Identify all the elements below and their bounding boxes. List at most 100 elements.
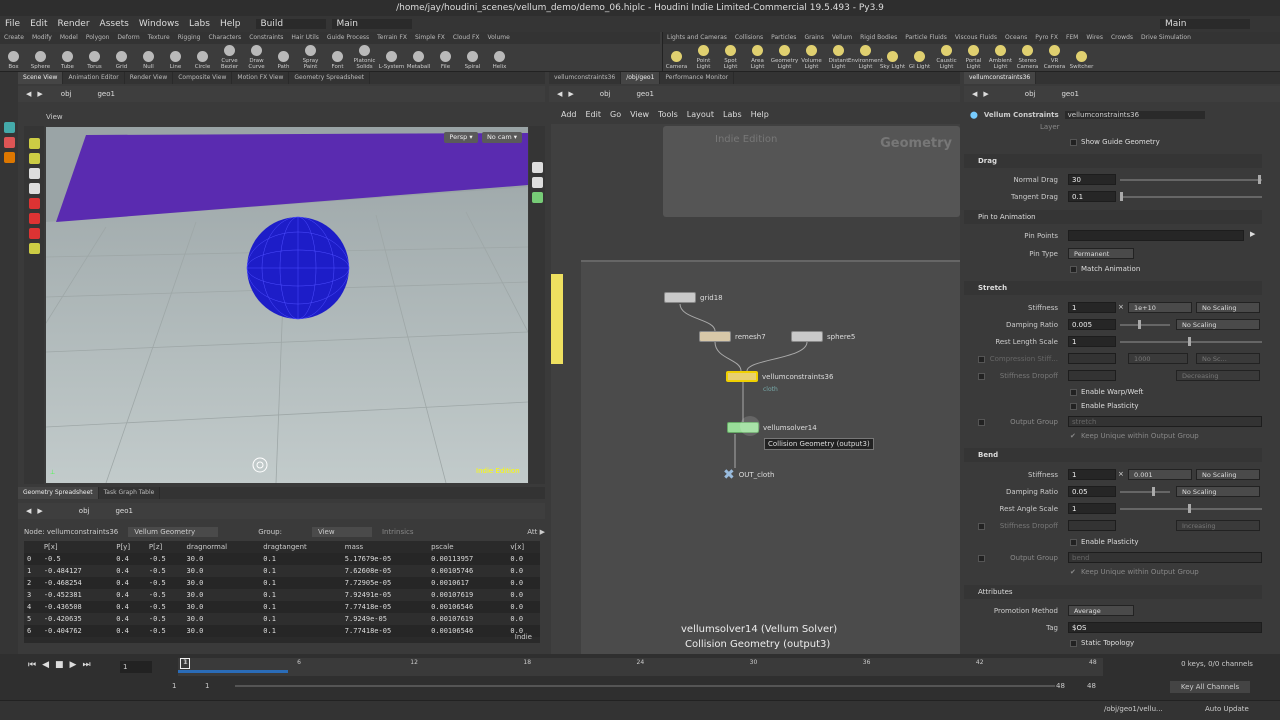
- table-row[interactable]: 0 -0.5 0.4 -0.5 30.0 0.1 5.17679e-05 0.00113957…: [24, 553, 540, 565]
- shelf-tab-3[interactable]: Polygon: [82, 32, 114, 44]
- shelf-tab-7[interactable]: Characters: [204, 32, 245, 44]
- section-stretch[interactable]: Stretch: [964, 281, 1262, 295]
- table-row[interactable]: 4 -0.436508 0.4 -0.5 30.0 0.1 7.77418e-05 0.001…: [24, 601, 540, 613]
- bend-dropoff-field[interactable]: [1068, 520, 1116, 531]
- node-grid[interactable]: grid18: [664, 292, 723, 303]
- menu-help[interactable]: Help: [215, 19, 246, 29]
- bottom-tab-1[interactable]: Task Graph Table: [99, 487, 161, 499]
- range-slider[interactable]: [235, 685, 1055, 687]
- rest-angle-field[interactable]: 1: [1068, 503, 1116, 514]
- network-editor[interactable]: Indie Edition Geometry grid18 remesh7 sp…: [551, 124, 960, 654]
- menu-edit[interactable]: Edit: [25, 19, 52, 29]
- shading-icon[interactable]: [531, 177, 543, 188]
- path-geo[interactable]: geo1: [97, 90, 115, 98]
- light-tool-7[interactable]: Environment Light: [848, 44, 883, 72]
- shelf-tab-12[interactable]: Simple FX: [411, 32, 449, 44]
- node-sphere[interactable]: sphere5: [791, 331, 855, 342]
- column-header[interactable]: P[y]: [113, 541, 146, 553]
- desktop-select[interactable]: Build: [255, 19, 326, 29]
- dropoff-direction-select[interactable]: Decreasing: [1176, 370, 1260, 381]
- jump-end-icon[interactable]: ⏭: [82, 660, 90, 670]
- shelf-tab-1[interactable]: Modify: [28, 32, 56, 44]
- shelf-tab-right-0[interactable]: Lights and Cameras: [663, 32, 731, 44]
- param-back-icon[interactable]: ◀: [972, 90, 977, 98]
- ghost-icon[interactable]: [531, 192, 543, 203]
- start-frame[interactable]: 1: [172, 682, 176, 690]
- match-animation-checkbox[interactable]: [1070, 266, 1077, 273]
- bend-multiplier-select[interactable]: 0.001: [1128, 469, 1192, 480]
- table-row[interactable]: 2 -0.468254 0.4 -0.5 30.0 0.1 7.72905e-05 0.001…: [24, 577, 540, 589]
- magnet-icon[interactable]: [28, 198, 40, 209]
- left-tab-1[interactable]: Animation Editor: [63, 72, 125, 84]
- mid-tab-0[interactable]: vellumconstraints36: [549, 72, 622, 84]
- auto-update-button[interactable]: Auto Update: [1205, 705, 1265, 713]
- normal-drag-knob[interactable]: [1258, 175, 1261, 184]
- compression-scaling-select[interactable]: No Sc...: [1196, 353, 1260, 364]
- menu-render[interactable]: Render: [53, 19, 95, 29]
- scene-viewport[interactable]: Persp ▾ No cam ▾ Indie Edition ⊥: [46, 127, 528, 483]
- column-header[interactable]: dragtangent: [260, 541, 342, 553]
- table-row[interactable]: 1 -0.484127 0.4 -0.5 30.0 0.1 7.62608e-05 0.001…: [24, 565, 540, 577]
- pose-tool-icon[interactable]: [28, 168, 40, 179]
- rest-length-slider[interactable]: [1120, 341, 1262, 343]
- shelf-tab-right-11[interactable]: Wires: [1082, 32, 1107, 44]
- light-tool-3[interactable]: Area Light: [744, 44, 771, 72]
- net-forward-icon[interactable]: ▶: [568, 90, 573, 98]
- shelf-tool-8[interactable]: Curve Bezier: [216, 44, 243, 72]
- bend-damping-knob[interactable]: [1152, 487, 1155, 496]
- houdini-icon[interactable]: [3, 152, 15, 163]
- range-start-frame[interactable]: 1: [205, 682, 209, 690]
- bend-damping-field[interactable]: 0.05: [1068, 486, 1116, 497]
- shelf-tab-right-13[interactable]: Drive Simulation: [1137, 32, 1195, 44]
- light-tool-14[interactable]: VR Camera: [1041, 44, 1068, 72]
- tangent-drag-slider[interactable]: [1120, 196, 1262, 198]
- light-tool-12[interactable]: Ambient Light: [987, 44, 1014, 72]
- shelf-tool-7[interactable]: Circle: [189, 44, 216, 72]
- shelf-tool-1[interactable]: Sphere: [27, 44, 54, 72]
- shelf-tab-right-3[interactable]: Grains: [800, 32, 827, 44]
- shelf-tool-17[interactable]: Spiral: [459, 44, 486, 72]
- net-menu-6[interactable]: Labs: [723, 110, 742, 119]
- bend-stiffness-field[interactable]: 1: [1068, 469, 1116, 480]
- stop-icon[interactable]: ■: [55, 660, 64, 670]
- stretch-multiplier-select[interactable]: 1e+10: [1128, 302, 1192, 313]
- shelf-tab-0[interactable]: Create: [0, 32, 28, 44]
- net-menu-7[interactable]: Help: [751, 110, 769, 119]
- normal-drag-field[interactable]: 30: [1068, 174, 1116, 185]
- keep-unique-check-icon[interactable]: ✔: [1070, 432, 1076, 440]
- main-desktop-select[interactable]: Main: [331, 19, 412, 29]
- bottom-tab-0[interactable]: Geometry Spreadsheet: [18, 487, 99, 499]
- bend-damping-scaling-select[interactable]: No Scaling: [1176, 486, 1260, 497]
- table-row[interactable]: 5 -0.420635 0.4 -0.5 30.0 0.1 7.9249e-05 0.0010…: [24, 613, 540, 625]
- normal-drag-slider[interactable]: [1120, 179, 1262, 181]
- shelf-tool-4[interactable]: Grid: [108, 44, 135, 72]
- shelf-tool-12[interactable]: Font: [324, 44, 351, 72]
- section-drag[interactable]: Drag: [964, 154, 1262, 168]
- shelf-tool-6[interactable]: Line: [162, 44, 189, 72]
- shelf-tab-right-8[interactable]: Oceans: [1001, 32, 1031, 44]
- net-back-icon[interactable]: ◀: [557, 90, 562, 98]
- sheet-back-icon[interactable]: ◀: [26, 507, 31, 515]
- net-menu-0[interactable]: Add: [561, 110, 577, 119]
- light-tool-9[interactable]: GI Light: [906, 44, 933, 72]
- left-tab-5[interactable]: Geometry Spreadsheet: [289, 72, 370, 84]
- stretch-damping-slider[interactable]: [1120, 324, 1170, 326]
- shelf-tab-right-4[interactable]: Vellum: [828, 32, 856, 44]
- back-icon[interactable]: ◀: [26, 90, 31, 98]
- param-path-geo[interactable]: geo1: [1061, 90, 1079, 98]
- table-row[interactable]: 6 -0.404762 0.4 -0.5 30.0 0.1 7.77418e-05 0.001…: [24, 625, 540, 637]
- light-tool-10[interactable]: Caustic Light: [933, 44, 960, 72]
- shelf-tab-5[interactable]: Texture: [144, 32, 174, 44]
- node-vellumconstraints[interactable]: vellumconstraints36: [726, 371, 833, 382]
- light-tool-11[interactable]: Portal Light: [960, 44, 987, 72]
- shelf-tool-9[interactable]: Draw Curve: [243, 44, 270, 72]
- sheet-path-geo[interactable]: geo1: [115, 507, 133, 515]
- stretch-scaling-select[interactable]: No Scaling: [1196, 302, 1260, 313]
- promotion-select[interactable]: Average: [1068, 605, 1134, 616]
- shelf-tool-3[interactable]: Torus: [81, 44, 108, 72]
- right-tab-0[interactable]: vellumconstraints36: [964, 72, 1037, 84]
- net-menu-3[interactable]: View: [630, 110, 649, 119]
- column-header[interactable]: [24, 541, 41, 553]
- section-bend[interactable]: Bend: [964, 448, 1262, 462]
- sheet-path-obj[interactable]: obj: [79, 507, 90, 515]
